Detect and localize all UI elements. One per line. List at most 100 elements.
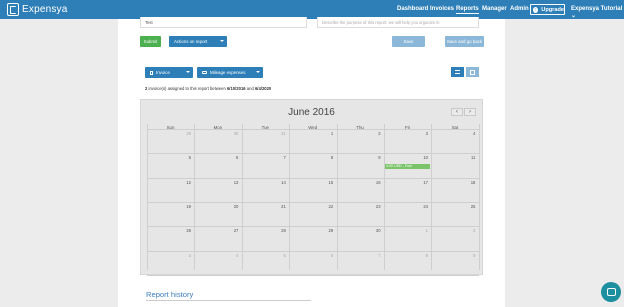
- calendar-day[interactable]: 6: [194, 155, 238, 160]
- report-purpose-placeholder: Describe the purpose of this report; we …: [322, 20, 440, 25]
- calendar-column-line: [241, 124, 243, 270]
- calendar-row-line: [147, 177, 479, 179]
- calendar-row-line: [147, 201, 479, 203]
- actions-on-report-dropdown[interactable]: Actions on report: [169, 36, 227, 47]
- nav-admin[interactable]: Admin: [510, 6, 529, 12]
- invoice-summary-text: invoice(s) assigned to this report betwe…: [148, 86, 226, 91]
- calendar-day[interactable]: 1: [384, 228, 428, 233]
- calendar-day[interactable]: 23: [337, 204, 381, 209]
- weekday-header: Sat: [451, 125, 459, 130]
- report-title-field[interactable]: Test: [140, 17, 307, 28]
- calendar-day[interactable]: 31: [242, 131, 286, 136]
- calendar-day[interactable]: 24: [384, 204, 428, 209]
- calendar-day[interactable]: 3: [384, 131, 428, 136]
- save-go-back-button[interactable]: Save and go back: [445, 36, 484, 47]
- nav-dashboard[interactable]: Dashboard: [397, 6, 428, 12]
- calendar-day[interactable]: 21: [242, 204, 286, 209]
- calendar-day[interactable]: 14: [242, 180, 286, 185]
- calendar-day[interactable]: 4: [194, 253, 238, 258]
- calendar-day[interactable]: 15: [289, 180, 334, 185]
- calendar-day[interactable]: 2: [431, 228, 475, 233]
- calendar-column-line: [478, 124, 480, 270]
- calendar-day[interactable]: 1: [289, 131, 333, 136]
- calendar-row-line: [147, 274, 479, 276]
- calendar-column-line: [194, 124, 196, 270]
- chat-icon: [606, 288, 616, 296]
- tutorial-menu[interactable]: Expensya Tutorial ⌄: [571, 6, 624, 19]
- calendar-next-button[interactable]: ›: [464, 108, 476, 116]
- mileage-filter-dropdown[interactable]: Mileage expenses: [197, 67, 263, 78]
- weekday-header: Tue: [261, 125, 269, 130]
- calendar-day[interactable]: 13: [194, 180, 239, 185]
- calendar-day[interactable]: 7: [242, 155, 285, 160]
- submit-button[interactable]: Submit: [140, 36, 161, 47]
- calendar-day[interactable]: 10: [384, 155, 428, 160]
- chevron-down-icon: ⌄: [571, 13, 577, 19]
- calendar-day[interactable]: 30: [194, 131, 239, 136]
- calendar-day[interactable]: 5: [242, 253, 285, 258]
- calendar-day[interactable]: 28: [242, 228, 286, 233]
- summary-and: and: [246, 86, 254, 91]
- calendar-day[interactable]: 9: [431, 253, 475, 258]
- invoice-summary: 2 invoice(s) assigned to this report bet…: [145, 86, 271, 91]
- car-icon: [202, 71, 207, 74]
- weekday-header: Mon: [213, 125, 223, 130]
- save-go-back-label: Save and go back: [446, 39, 483, 44]
- calendar-day[interactable]: 20: [194, 204, 239, 209]
- top-navbar: Expensya Dashboard Invoices Reports Mana…: [0, 0, 624, 19]
- calendar-day[interactable]: 29: [289, 228, 334, 233]
- calendar-prev-button[interactable]: ‹: [451, 108, 463, 116]
- calendar-day[interactable]: 30: [337, 228, 381, 233]
- chat-button[interactable]: [601, 282, 621, 302]
- calendar-day[interactable]: 7: [337, 253, 380, 258]
- calendar-day[interactable]: 3: [147, 253, 191, 258]
- calendar-view-toggle[interactable]: [466, 67, 479, 77]
- caret-down-icon: [186, 71, 190, 73]
- invoice-icon: [150, 70, 153, 75]
- calendar-day[interactable]: 18: [431, 180, 476, 185]
- nav-manager[interactable]: Manager: [482, 6, 507, 12]
- arrow-up-icon: ↑: [533, 6, 539, 13]
- save-label: Save: [403, 39, 414, 44]
- calendar-day[interactable]: 2: [337, 131, 380, 136]
- calendar-day[interactable]: 29: [147, 131, 191, 136]
- report-purpose-field[interactable]: Describe the purpose of this report; we …: [317, 17, 479, 28]
- calendar: June 2016 ‹ › Sun Mon Tue Wed Thu Fri Sat 29 30 3…: [140, 99, 483, 276]
- calendar-day[interactable]: 11: [431, 155, 475, 160]
- caret-down-icon: [256, 71, 260, 73]
- calendar-row-line: [147, 250, 479, 252]
- list-view-toggle[interactable]: [451, 67, 464, 77]
- brand-logo[interactable]: Expensya: [7, 3, 68, 16]
- calendar-day[interactable]: 4: [431, 131, 475, 136]
- weekday-header: Sun: [166, 125, 175, 130]
- calendar-event[interactable]: 4:00 USD - Fuel: [385, 164, 430, 169]
- nav-invoices[interactable]: Invoices: [430, 6, 454, 12]
- calendar-icon: [470, 69, 475, 75]
- calendar-day[interactable]: 12: [147, 180, 191, 185]
- mileage-filter-label: Mileage expenses: [210, 70, 246, 75]
- upgrade-button[interactable]: ↑ Upgrade: [530, 4, 565, 15]
- calendar-day[interactable]: 19: [147, 204, 191, 209]
- summary-to-date: 6/4/2020: [254, 86, 272, 91]
- calendar-day[interactable]: 22: [289, 204, 334, 209]
- calendar-day[interactable]: 27: [194, 228, 239, 233]
- calendar-day[interactable]: 25: [431, 204, 476, 209]
- calendar-day[interactable]: 9: [337, 155, 380, 160]
- invoice-filter-label: Invoice: [156, 70, 170, 75]
- calendar-day[interactable]: 5: [147, 155, 191, 160]
- upgrade-label: Upgrade: [541, 6, 564, 13]
- calendar-column-line: [147, 124, 148, 270]
- calendar-day[interactable]: 26: [147, 228, 191, 233]
- calendar-day[interactable]: 8: [384, 253, 428, 258]
- chevron-left-icon: ‹: [456, 109, 458, 115]
- invoice-filter-dropdown[interactable]: Invoice: [145, 67, 193, 78]
- save-button[interactable]: Save: [392, 36, 425, 47]
- invoice-count: 2: [145, 86, 148, 91]
- calendar-day[interactable]: 16: [337, 180, 381, 185]
- calendar-day[interactable]: 17: [384, 180, 428, 185]
- calendar-day[interactable]: 8: [289, 155, 333, 160]
- calendar-column-line: [384, 124, 385, 270]
- nav-reports[interactable]: Reports: [456, 6, 479, 14]
- calendar-day[interactable]: 6: [289, 253, 333, 258]
- calendar-row-line: [147, 153, 479, 155]
